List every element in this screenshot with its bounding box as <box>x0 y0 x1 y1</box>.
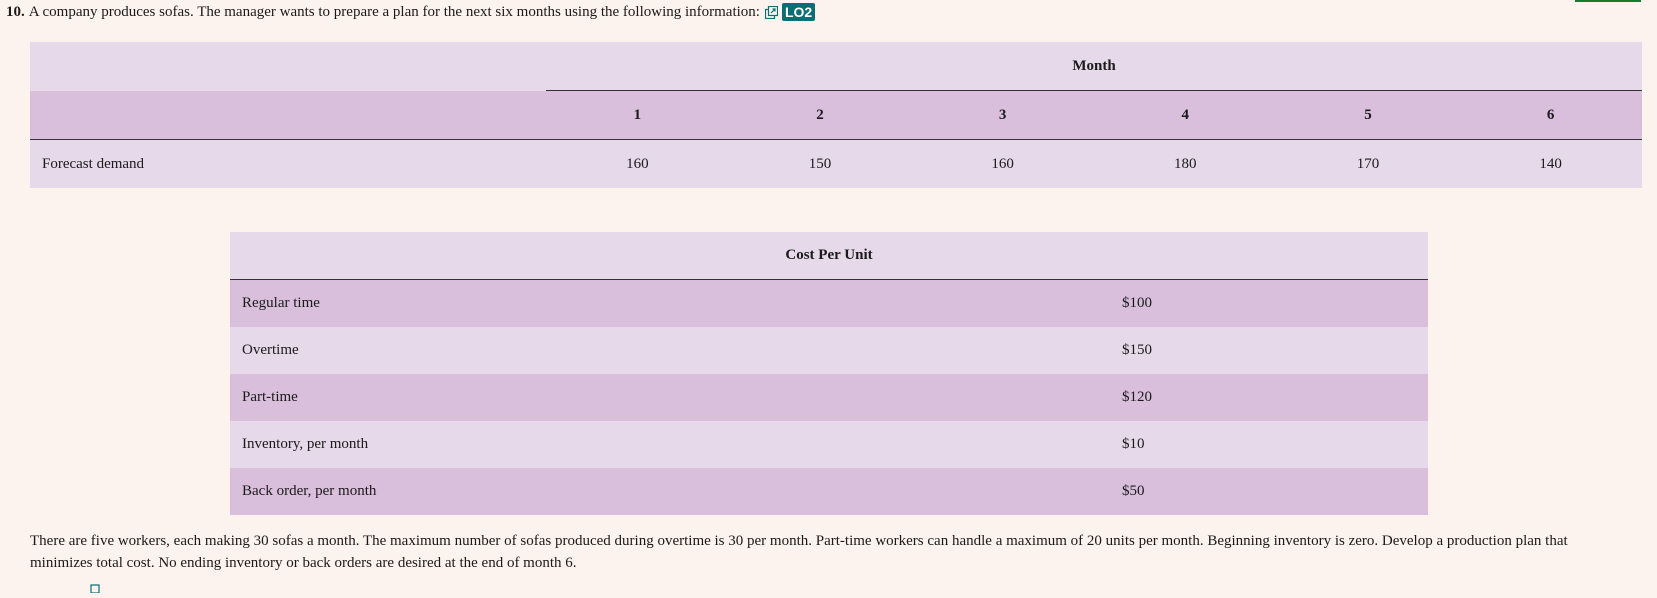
cost-value: $120 <box>1122 374 1428 421</box>
month-number-corner-cell <box>30 90 546 140</box>
demand-value: 150 <box>808 155 832 172</box>
learning-objective-badge[interactable]: LO2 <box>781 3 816 21</box>
external-link-icon[interactable] <box>90 580 100 594</box>
cost-row: Overtime $150 <box>230 327 1428 374</box>
demand-value: 160 <box>626 155 649 172</box>
month-header: 1 <box>546 90 729 140</box>
forecast-demand-label: Forecast demand <box>42 155 145 172</box>
cost-table: Cost Per Unit Regular time $100 Overtime… <box>230 232 1428 515</box>
top-right-accent-bar <box>1575 0 1641 2</box>
month-header: 2 <box>728 90 912 140</box>
external-link-icon[interactable] <box>764 5 778 19</box>
cost-value: $150 <box>1122 327 1428 374</box>
cost-value: $50 <box>1122 468 1428 515</box>
demand-value: 160 <box>991 155 1014 172</box>
cost-value: $10 <box>1122 421 1428 468</box>
cost-label: Back order, per month <box>230 468 1122 515</box>
cost-row: Back order, per month $50 <box>230 468 1428 515</box>
question-text: A company produces sofas. The manager wa… <box>28 4 760 20</box>
cost-row: Inventory, per month $10 <box>230 421 1428 468</box>
cost-label: Part-time <box>230 374 1122 421</box>
forecast-demand-row: Forecast demand 160 150 160 180 170 140 <box>30 139 1642 188</box>
cost-header-row: Cost Per Unit <box>230 232 1428 280</box>
cost-label: Inventory, per month <box>230 421 1122 468</box>
demand-value: 170 <box>1356 155 1380 172</box>
cost-per-unit-header: Cost Per Unit <box>230 232 1428 280</box>
demand-group-header-row: Month <box>30 42 1642 91</box>
problem-description: There are five workers, each making 30 s… <box>30 533 1568 571</box>
demand-table: Month 1 2 3 4 5 6 Forecast demand 160 15… <box>30 42 1642 188</box>
question-heading: 10. A company produces sofas. The manage… <box>6 3 816 21</box>
month-header: 5 <box>1276 90 1460 140</box>
demand-value: 140 <box>1539 155 1562 172</box>
demand-corner-cell <box>30 42 546 91</box>
cost-label: Overtime <box>230 327 1122 374</box>
cost-label: Regular time <box>230 279 1122 327</box>
demand-value: 180 <box>1174 155 1197 172</box>
month-header: 4 <box>1093 90 1277 140</box>
question-number: 10. <box>6 4 25 20</box>
cost-value: $100 <box>1122 279 1428 327</box>
month-group-header: Month <box>546 42 1642 91</box>
cost-row: Regular time $100 <box>230 279 1428 327</box>
cost-row: Part-time $120 <box>230 374 1428 421</box>
month-number-row: 1 2 3 4 5 6 <box>30 90 1642 140</box>
month-header: 3 <box>911 90 1094 140</box>
month-header: 6 <box>1459 90 1642 140</box>
